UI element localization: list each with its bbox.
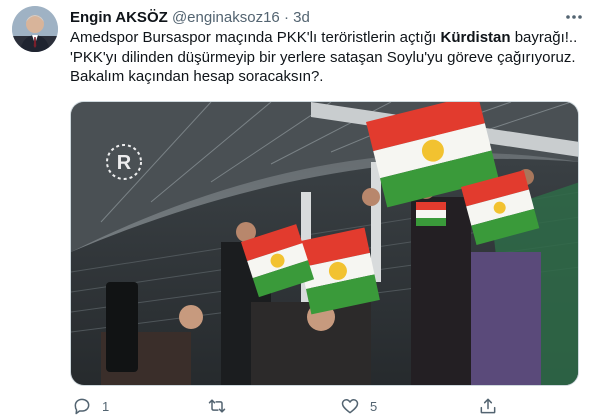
author-handle[interactable]: @enginaksoz16 xyxy=(172,9,280,26)
text-bold-segment: Kürdistan xyxy=(440,29,511,46)
retweet-icon xyxy=(208,399,226,413)
tweet-text-line-2: 'PKK'yı dilinden düşürmeyip bir yerlere … xyxy=(70,48,576,66)
text-segment: bayrağı!.. xyxy=(510,29,578,46)
tweet-actions: 1 5 xyxy=(60,394,580,418)
like-button[interactable]: 5 xyxy=(340,394,377,418)
reply-count: 1 xyxy=(102,398,110,414)
tweet-text-line-3: Bakalım kaçından hesap soracaksın?. xyxy=(70,68,324,85)
video-still-icon: R xyxy=(71,102,578,385)
share-icon xyxy=(480,398,496,414)
tweet-text: Amedspor Bursaspor maçında PKK'lı teröri… xyxy=(70,28,580,87)
tweet-text-line-1: Amedspor Bursaspor maçında PKK'lı teröri… xyxy=(70,28,580,48)
avatar[interactable] xyxy=(12,6,58,52)
more-icon xyxy=(566,15,582,19)
like-count: 5 xyxy=(370,398,378,414)
reply-icon xyxy=(74,398,90,415)
tweet-time[interactable]: 3d xyxy=(293,9,310,26)
avatar-image xyxy=(12,6,58,52)
more-options-button[interactable] xyxy=(562,7,586,27)
retweet-button[interactable] xyxy=(207,394,237,418)
reply-button[interactable]: 1 xyxy=(72,394,109,418)
text-segment: Amedspor Bursaspor maçında PKK'lı teröri… xyxy=(70,29,441,46)
svg-text:R: R xyxy=(117,152,132,174)
author-name[interactable]: Engin AKSÖZ xyxy=(70,9,168,26)
tweet-card[interactable]: Engin AKSÖZ @enginaksoz16 · 3d Amedspor … xyxy=(0,0,603,419)
tweet-header: Engin AKSÖZ @enginaksoz16 · 3d xyxy=(70,9,310,27)
meta-separator: · xyxy=(283,9,289,26)
share-button[interactable] xyxy=(478,394,508,418)
heart-icon xyxy=(341,399,359,414)
tweet-media[interactable]: R xyxy=(70,101,579,386)
